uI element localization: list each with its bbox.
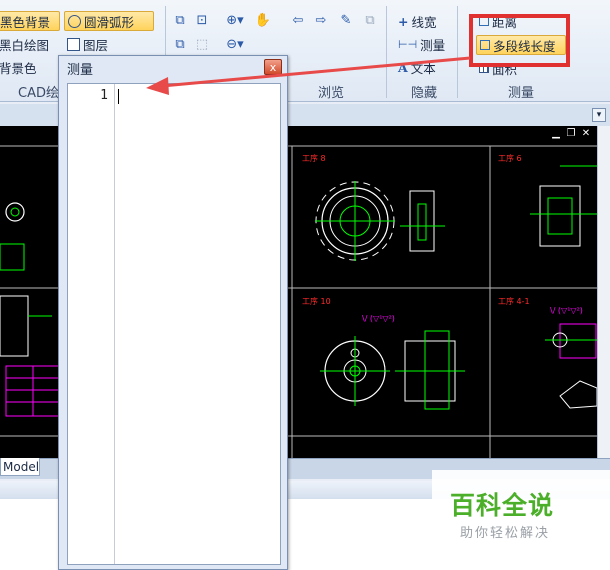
vertical-scrollbar[interactable]	[597, 126, 610, 458]
close-icon[interactable]: ✕	[580, 128, 592, 139]
sheet-title: 工序 8	[302, 154, 326, 163]
copy-view-icon[interactable]: ⧉	[172, 36, 188, 52]
group-label-cad-draw: CAD绘	[18, 86, 59, 101]
zoom-out-dropdown-icon[interactable]: ⊖▾	[221, 36, 249, 52]
line-number-gutter: 1	[68, 84, 115, 564]
black-white-draw-button[interactable]: 黑白绘图	[0, 34, 60, 54]
roughness-mark: \/ (▽¹▽²)	[362, 314, 395, 323]
measure-label: 测量	[420, 37, 446, 53]
close-icon[interactable]: x	[264, 59, 282, 75]
text-caret	[118, 89, 119, 104]
edit-icon[interactable]: ✎	[338, 12, 354, 28]
layer-label: 图层	[83, 37, 109, 53]
zoom-in-dropdown-icon[interactable]: ⊕▾	[221, 12, 249, 28]
highlight-box	[469, 14, 570, 67]
sheet-title: 工序 6	[498, 154, 522, 163]
background-color-label: 背景色	[0, 60, 37, 76]
group-label-measure: 测量	[508, 86, 535, 101]
dialog-title: 测量	[67, 63, 94, 78]
group-label-hide: 隐藏	[411, 86, 438, 101]
group-label-browse: 浏览	[318, 86, 345, 101]
text-label: 文本	[410, 60, 436, 76]
round-arc-button[interactable]: 圆滑弧形	[64, 11, 154, 31]
tab-model-label: Model	[3, 459, 40, 474]
disabled-copy-icon: ⧉	[365, 12, 375, 28]
fit-view-icon[interactable]: ⬚	[194, 36, 210, 52]
watermark-title: 百科全说	[450, 491, 555, 520]
watermark: 百科全说 助你轻松解决	[432, 470, 610, 552]
text-button[interactable]: A 文本	[395, 57, 439, 77]
black-background-button[interactable]: 黑色背景	[0, 11, 60, 31]
round-arc-label: 圆滑弧形	[84, 14, 135, 30]
background-color-button[interactable]: 背景色	[0, 57, 60, 77]
measure-button[interactable]: ⊢⊣ 测量	[395, 34, 448, 54]
tab-model[interactable]: Model	[0, 458, 40, 476]
group-separator	[386, 6, 387, 98]
chevron-down-icon[interactable]: ▾	[592, 108, 606, 122]
sheet-title: 工序 10	[302, 297, 331, 306]
watermark-subtitle: 助你轻松解决	[460, 526, 551, 541]
layer-button[interactable]: 图层	[64, 34, 144, 54]
pan-hand-icon[interactable]: ✋	[255, 12, 271, 28]
sheet-title: 工序 4-1	[498, 297, 530, 306]
black-background-label: 黑色背景	[0, 14, 51, 30]
dialog-close-label: x	[269, 60, 277, 74]
group-separator	[457, 6, 458, 98]
black-white-draw-label: 黑白绘图	[0, 37, 50, 53]
arrow-right-icon[interactable]: ⇨	[313, 12, 329, 28]
roughness-mark: \/ (▽¹▽²)	[550, 306, 583, 315]
line-width-label: 线宽	[411, 14, 437, 30]
line-number: 1	[100, 88, 108, 103]
measure-dialog: 测量 x 1	[58, 55, 288, 570]
circle-icon	[68, 14, 81, 28]
arrow-left-icon[interactable]: ⇦	[290, 12, 306, 28]
text-a-icon: A	[398, 59, 408, 75]
zoom-window-icon[interactable]: ⊡	[194, 12, 210, 28]
measure-output-editor[interactable]: 1	[67, 83, 281, 565]
layer-icon	[67, 37, 80, 51]
line-width-button[interactable]: + 线宽	[395, 11, 440, 31]
restore-icon[interactable]: ❐	[565, 128, 577, 139]
ruler-icon: ⊢⊣	[398, 37, 418, 51]
minimize-icon[interactable]: ▁	[550, 128, 562, 139]
plus-cross-icon: +	[398, 13, 409, 29]
window-select-icon[interactable]: ⧉	[172, 12, 188, 28]
